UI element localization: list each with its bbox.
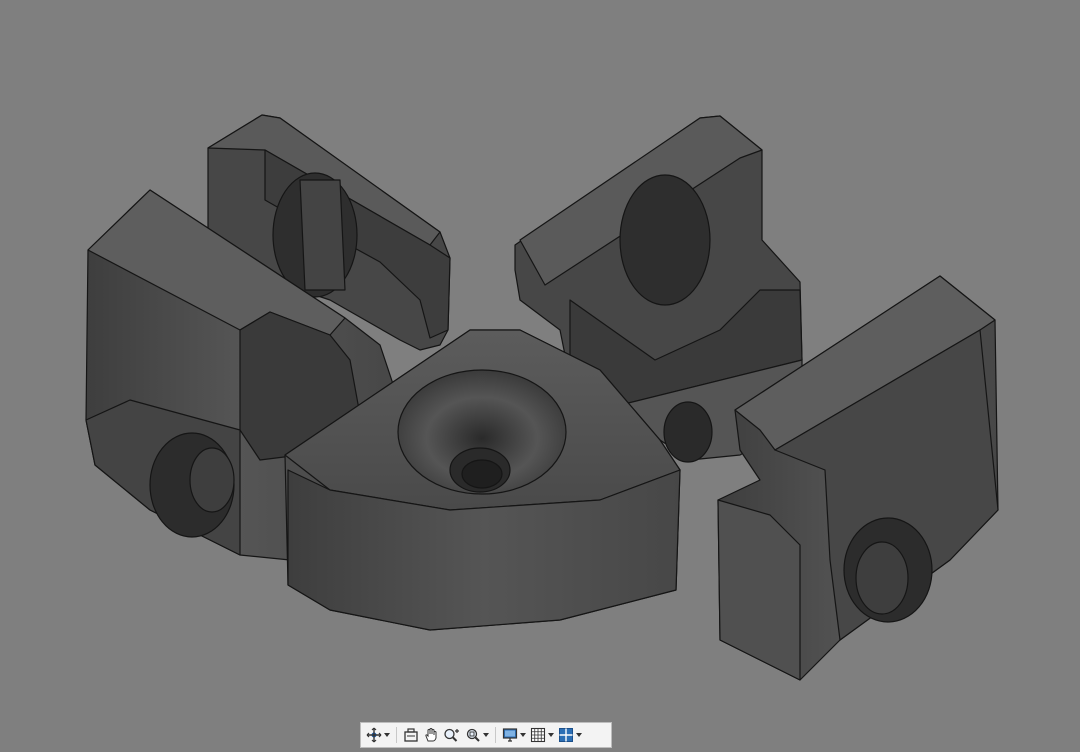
- zoom-plus-icon: [444, 728, 459, 742]
- pan-button[interactable]: [422, 725, 440, 745]
- viewports-caret[interactable]: [576, 733, 582, 737]
- toolbar-separator: [396, 727, 397, 743]
- viewports-button[interactable]: [557, 725, 583, 745]
- look-at-icon: [404, 728, 418, 742]
- monitor-icon: [502, 728, 518, 742]
- zoom-window-icon: [466, 728, 480, 742]
- 3d-viewport[interactable]: [0, 0, 1080, 752]
- toolbar-separator: [495, 727, 496, 743]
- fit-dropdown-caret[interactable]: [483, 733, 489, 737]
- display-settings-button[interactable]: [501, 725, 527, 745]
- orbit-dropdown-caret[interactable]: [384, 733, 390, 737]
- 3d-model-render[interactable]: [0, 0, 1080, 752]
- navigation-toolbar: [360, 722, 612, 748]
- grid-icon: [530, 727, 546, 743]
- hand-pan-icon: [425, 728, 437, 742]
- orbit-icon: [366, 727, 382, 743]
- viewports-icon: [559, 728, 573, 742]
- look-at-button[interactable]: [402, 725, 420, 745]
- orbit-button[interactable]: [365, 725, 391, 745]
- grid-settings-caret[interactable]: [548, 733, 554, 737]
- grid-settings-button[interactable]: [529, 725, 555, 745]
- fit-button[interactable]: [464, 725, 490, 745]
- display-settings-caret[interactable]: [520, 733, 526, 737]
- zoom-button[interactable]: [442, 725, 462, 745]
